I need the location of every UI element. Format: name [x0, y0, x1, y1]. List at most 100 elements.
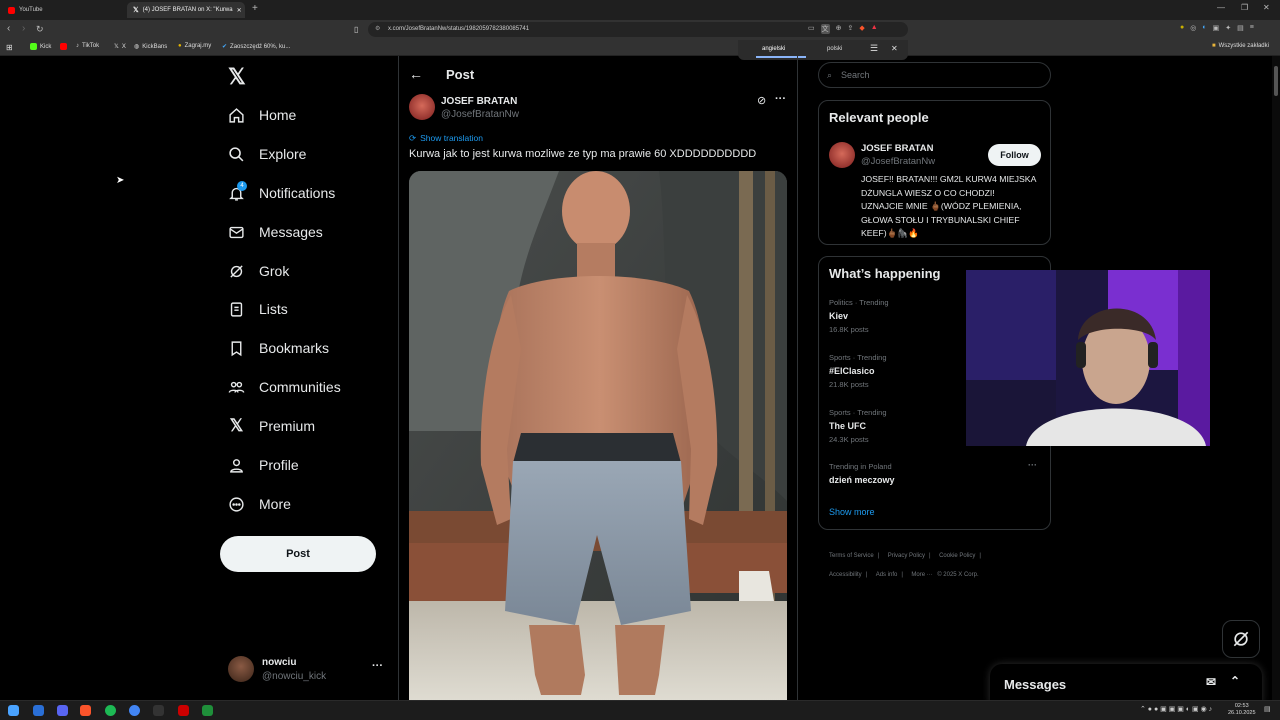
- grok-button[interactable]: [1222, 620, 1260, 658]
- nav-bookmarks[interactable]: Bookmarks: [228, 334, 329, 362]
- scrollbar-thumb[interactable]: [1274, 66, 1278, 96]
- post-image[interactable]: [409, 171, 787, 704]
- bookmark-zagraj[interactable]: ● Zagraj.my: [178, 43, 211, 49]
- new-message-icon[interactable]: ✉: [1206, 675, 1216, 689]
- rewards-icon[interactable]: ▲: [871, 24, 878, 34]
- footer-links: Terms of Service | Privacy Policy | Cookie…: [829, 553, 981, 578]
- tab-x-post[interactable]: 𝕏 (4) JOSEF BRATAN on X: "Kurwa ✕: [127, 2, 245, 18]
- post-button[interactable]: Post: [220, 536, 376, 572]
- footer-link[interactable]: More ···: [911, 572, 932, 578]
- discord-icon[interactable]: [57, 705, 68, 716]
- footer-link[interactable]: Terms of Service: [829, 553, 874, 559]
- app-icon[interactable]: [202, 705, 213, 716]
- tab-youtube[interactable]: YouTube: [2, 2, 124, 18]
- apps-grid-icon[interactable]: ⊞: [6, 43, 13, 52]
- nav-profile[interactable]: Profile: [228, 451, 299, 479]
- translate-icon: ⟳: [409, 133, 417, 143]
- footer-link[interactable]: Privacy Policy: [888, 553, 925, 559]
- close-icon[interactable]: ✕: [891, 44, 898, 53]
- bookmark-kickbans[interactable]: ◍ KickBans: [134, 43, 167, 51]
- relevant-handle[interactable]: @JosefBratanNw: [861, 156, 935, 167]
- nav-grok[interactable]: Grok: [228, 257, 289, 285]
- search-input[interactable]: ⌕ Search: [818, 62, 1051, 88]
- nav-messages[interactable]: Messages: [228, 218, 323, 246]
- brave-icon[interactable]: [80, 705, 91, 716]
- brave-shield-icon[interactable]: ◆: [859, 24, 864, 34]
- share-icon[interactable]: ⇪: [848, 24, 854, 34]
- bookmark-youtube[interactable]: [60, 43, 67, 50]
- site-info-icon[interactable]: ⚙: [375, 22, 380, 37]
- bookmark-tiktok[interactable]: ♪ TikTok: [76, 43, 99, 49]
- relevant-avatar[interactable]: [829, 142, 855, 168]
- clock[interactable]: 02:53 26.10.2025: [1228, 703, 1256, 717]
- system-tray[interactable]: ⌃ ● ● ▣ ▣ ▣ ◐ ▣ ◉ ♪: [1140, 705, 1212, 713]
- more-dots-icon[interactable]: ···: [775, 93, 786, 105]
- show-more-link[interactable]: Show more: [829, 507, 875, 517]
- nav-explore[interactable]: Explore: [228, 140, 306, 168]
- bookmark-promo[interactable]: ✔ Zaoszczędź 60%, ku...: [222, 43, 290, 51]
- trend-item[interactable]: Trending in Poland dzień meczowy: [829, 462, 1039, 485]
- author-avatar[interactable]: [409, 94, 435, 120]
- author-handle[interactable]: @JosefBratanNw: [441, 109, 519, 120]
- chrome-icon[interactable]: [129, 705, 140, 716]
- reload-icon[interactable]: ↻: [36, 24, 44, 35]
- translate-to-tab[interactable]: polski: [827, 46, 842, 52]
- x-logo-icon[interactable]: 𝕏: [228, 64, 246, 90]
- author-name[interactable]: JOSEF BRATAN: [441, 96, 517, 107]
- extension-4-icon[interactable]: ▣: [1213, 24, 1220, 32]
- nav-notifications[interactable]: 4 Notifications: [228, 179, 335, 207]
- notifications-icon[interactable]: ▤: [1264, 705, 1271, 713]
- extensions-icon[interactable]: ✦: [1225, 24, 1231, 32]
- extension-3-icon[interactable]: ◐: [1202, 24, 1206, 32]
- back-arrow-icon[interactable]: ←: [409, 66, 423, 82]
- translate-from-tab[interactable]: angielski: [762, 46, 785, 52]
- translate-options-icon[interactable]: ☰: [870, 43, 878, 54]
- messages-drawer-title: Messages: [1004, 676, 1067, 692]
- explorer-icon[interactable]: [33, 705, 44, 716]
- nav-lists[interactable]: Lists: [228, 295, 288, 323]
- bookmark-page-icon[interactable]: ▯: [354, 25, 358, 34]
- spotify-icon[interactable]: [105, 705, 116, 716]
- sidebar-toggle-icon[interactable]: ▤: [1237, 24, 1244, 32]
- zoom-icon[interactable]: ⊕: [836, 24, 842, 34]
- back-icon[interactable]: ‹: [7, 23, 10, 34]
- bookmark-kick[interactable]: Kick: [30, 43, 51, 50]
- relevant-name[interactable]: JOSEF BRATAN: [861, 143, 933, 154]
- new-tab-button[interactable]: +: [252, 3, 258, 14]
- person-icon: [230, 458, 243, 473]
- menu-icon[interactable]: ≡: [1250, 24, 1254, 32]
- nav-home[interactable]: Home: [228, 101, 296, 129]
- more-dots-icon[interactable]: ···: [1028, 460, 1037, 470]
- follow-button[interactable]: Follow: [988, 144, 1041, 166]
- footer-link[interactable]: Accessibility: [829, 572, 862, 578]
- app-icon[interactable]: [178, 705, 189, 716]
- account-switcher[interactable]: nowciu @nowciu_kick ···: [228, 654, 388, 688]
- page-scrollbar[interactable]: [1272, 56, 1280, 700]
- extension-1-icon[interactable]: ●: [1180, 24, 1184, 32]
- show-translation[interactable]: ⟳ Show translation: [409, 133, 483, 144]
- all-bookmarks[interactable]: ■ Wszystkie zakładki: [1212, 43, 1269, 49]
- more-dots-icon: ···: [372, 660, 383, 672]
- close-window-button[interactable]: ✕: [1263, 3, 1270, 12]
- grok-icon[interactable]: ⊘: [757, 94, 766, 107]
- expand-icon[interactable]: ⌃: [1230, 674, 1240, 688]
- minimize-button[interactable]: —: [1217, 3, 1225, 12]
- footer-link[interactable]: Cookie Policy: [939, 553, 975, 559]
- close-tab-icon[interactable]: ✕: [237, 7, 242, 14]
- bookmark-icon: [231, 340, 242, 356]
- obs-icon[interactable]: [153, 705, 164, 716]
- nav-premium[interactable]: 𝕏 Premium: [228, 412, 315, 440]
- messages-drawer[interactable]: Messages ✉ ⌃: [990, 664, 1262, 704]
- start-icon[interactable]: [8, 705, 19, 716]
- translate-icon[interactable]: 文: [820, 24, 830, 34]
- bookmark-x[interactable]: 𝕏X: [114, 43, 126, 51]
- relevant-bio: JOSEF!! BRATAN!!! GM2L KURW4 MIEJSKA DŻU…: [861, 174, 1036, 238]
- more-circle-icon: [229, 496, 244, 512]
- footer-link[interactable]: Ads info: [876, 572, 898, 578]
- maximize-button[interactable]: ❐: [1241, 3, 1248, 12]
- forward-icon[interactable]: ›: [22, 23, 25, 34]
- nav-communities[interactable]: Communities: [228, 373, 341, 401]
- extension-2-icon[interactable]: ◎: [1190, 24, 1196, 32]
- cast-icon[interactable]: ▭: [808, 24, 815, 34]
- nav-more[interactable]: More: [228, 490, 291, 518]
